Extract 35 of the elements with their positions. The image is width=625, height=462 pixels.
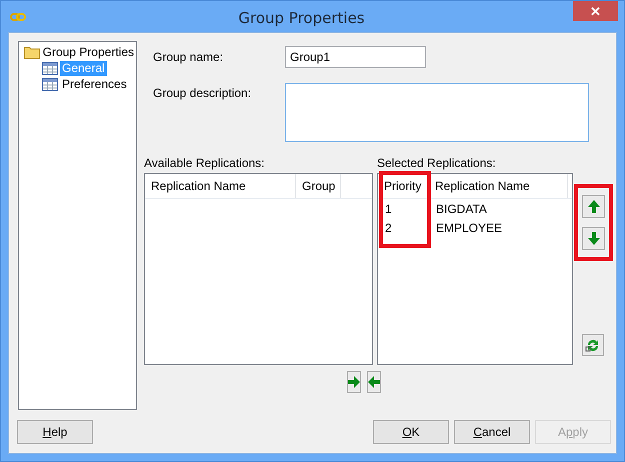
field-label: Group description: — [152, 86, 252, 100]
move-down-button[interactable] — [582, 227, 605, 250]
dialog-button[interactable]: OK — [373, 420, 449, 444]
chain-link-icon — [10, 12, 26, 22]
table-cell-text: BIGDATA — [435, 202, 488, 216]
refresh-icon — [585, 337, 601, 353]
group-name-field[interactable]: Group1 — [285, 46, 426, 68]
add-button[interactable] — [347, 371, 361, 393]
dialog-button[interactable]: Cancel — [454, 420, 530, 444]
table-icon — [42, 78, 58, 90]
section-label: Selected Replications: — [377, 156, 497, 171]
field-label: Group name: — [152, 50, 224, 64]
dialog-button[interactable]: Help — [17, 420, 93, 444]
move-up-button[interactable] — [582, 195, 605, 218]
remove-button[interactable] — [367, 371, 381, 393]
section-label: Available Replications: — [144, 156, 266, 171]
table-cell-text: 2 — [384, 220, 393, 234]
tree-item[interactable]: Group Properties — [40, 44, 136, 60]
column-header[interactable]: Replication Name — [145, 174, 296, 198]
arrow-right-icon — [348, 376, 360, 388]
arrow-up-icon — [588, 200, 600, 213]
tree-item[interactable]: Preferences — [60, 76, 129, 92]
close-button[interactable]: ✕ — [573, 1, 618, 21]
column-header[interactable]: Replication Name — [429, 174, 568, 198]
table-cell-text: 1 — [384, 202, 393, 216]
description-field[interactable] — [285, 83, 589, 142]
table-icon — [42, 62, 58, 74]
folder-icon — [24, 46, 40, 58]
table-cell-text: EMPLOYEE — [435, 220, 504, 234]
arrow-left-icon — [368, 376, 380, 388]
column-header[interactable]: Priority — [378, 174, 429, 198]
refresh-button[interactable] — [582, 334, 604, 356]
arrow-down-icon — [588, 232, 600, 245]
window-title: Group Properties — [237, 8, 366, 26]
column-header[interactable]: Group — [296, 174, 341, 198]
